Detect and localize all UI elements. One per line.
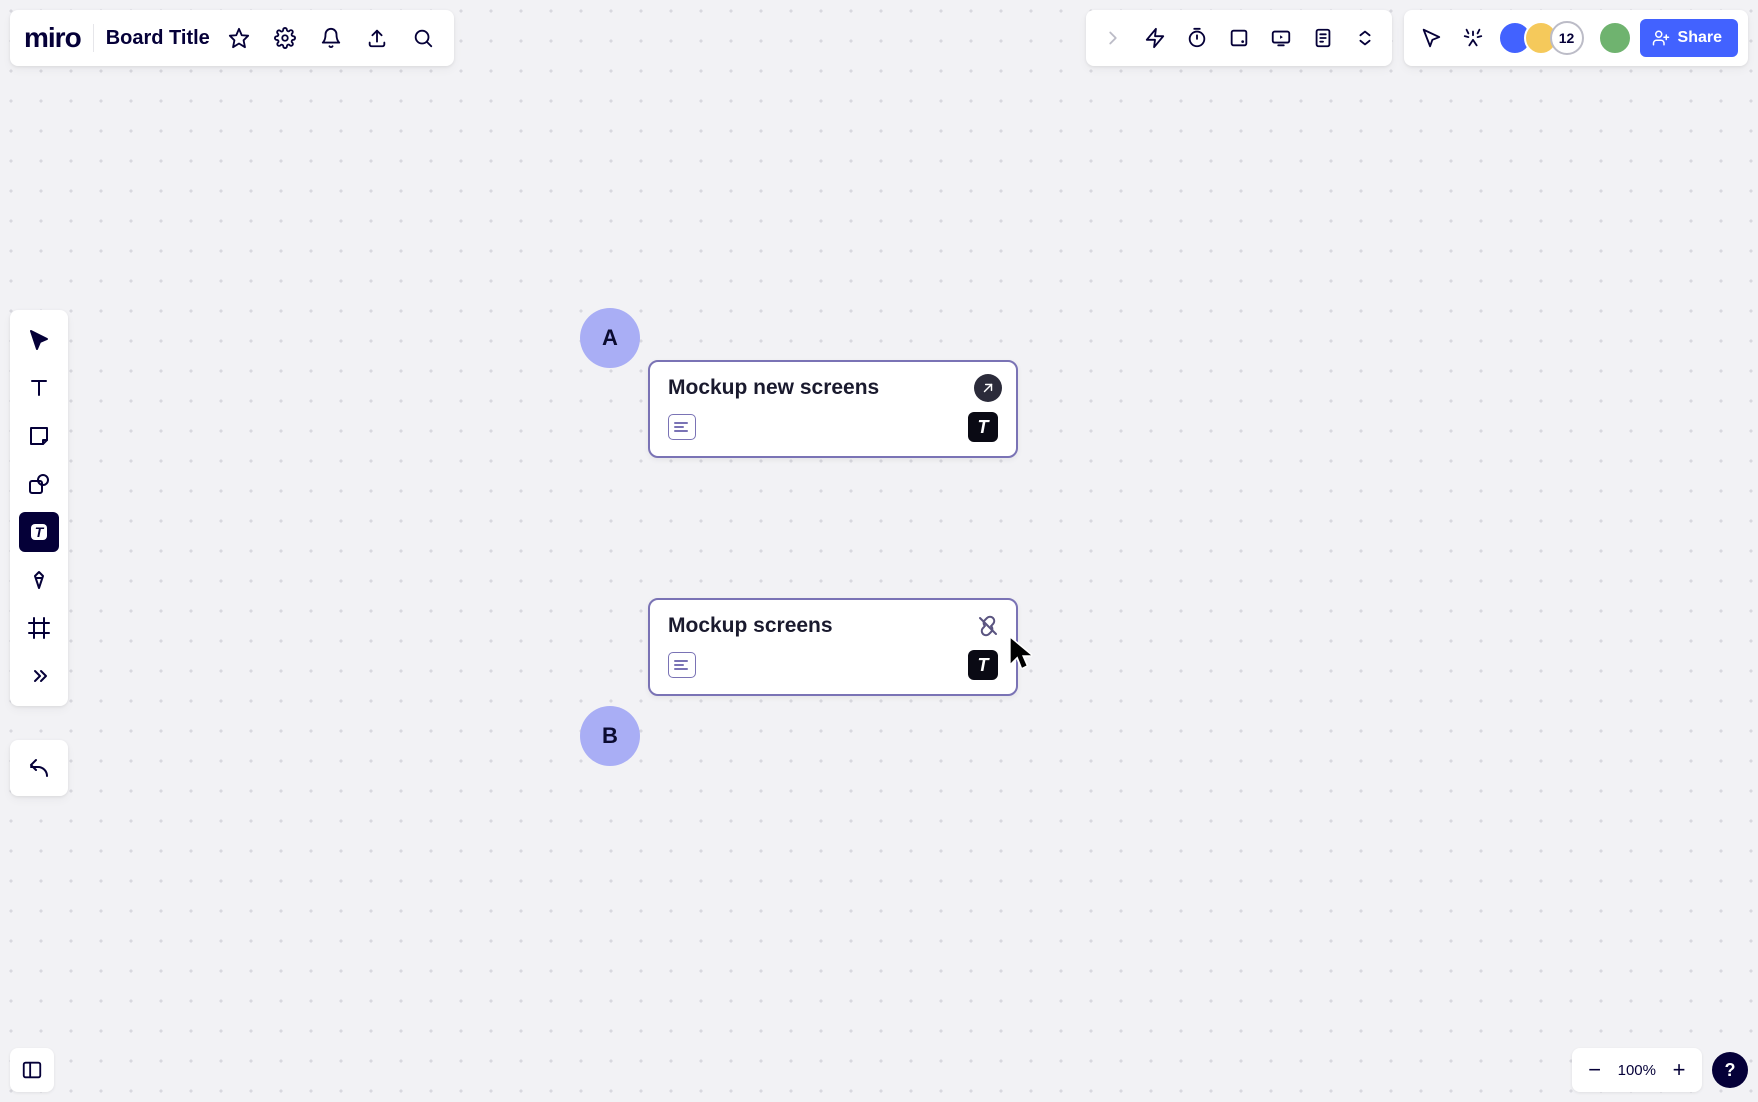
left-toolbar: T bbox=[10, 310, 68, 706]
panel-toggle-button[interactable] bbox=[10, 1048, 54, 1092]
bolt-icon[interactable] bbox=[1138, 21, 1172, 55]
collab-bar: 12 Share bbox=[1404, 10, 1748, 66]
more-tools[interactable] bbox=[19, 656, 59, 696]
annotation-badge-b: B bbox=[580, 706, 640, 766]
avatar-self[interactable] bbox=[1598, 21, 1632, 55]
avatar-overflow-count[interactable]: 12 bbox=[1550, 21, 1584, 55]
undo-button[interactable] bbox=[19, 748, 59, 788]
notifications-icon[interactable] bbox=[314, 21, 348, 55]
topbar-right: 12 Share bbox=[1086, 10, 1748, 66]
card-title: Mockup new screens bbox=[668, 376, 998, 400]
reactions-icon[interactable] bbox=[1456, 21, 1490, 55]
card-title: Mockup screens bbox=[668, 614, 998, 638]
board-title[interactable]: Board Title bbox=[106, 27, 210, 50]
expand-icon[interactable] bbox=[974, 374, 1002, 402]
annotation-badge-a: A bbox=[580, 308, 640, 368]
document-icon[interactable] bbox=[1306, 21, 1340, 55]
search-icon[interactable] bbox=[406, 21, 440, 55]
zoom-bar: − 100% + bbox=[1572, 1048, 1702, 1092]
chevron-right-icon[interactable] bbox=[1096, 21, 1130, 55]
export-icon[interactable] bbox=[360, 21, 394, 55]
task-card[interactable]: Mockup screens T bbox=[648, 598, 1018, 696]
app-badge-icon: T bbox=[968, 650, 998, 680]
timer-icon[interactable] bbox=[1180, 21, 1214, 55]
bottom-right-cluster: − 100% + ? bbox=[1572, 1048, 1748, 1092]
present-icon[interactable] bbox=[1264, 21, 1298, 55]
svg-text:T: T bbox=[35, 524, 45, 540]
divider bbox=[93, 24, 94, 52]
app-tool[interactable]: T bbox=[19, 512, 59, 552]
share-button[interactable]: Share bbox=[1640, 19, 1738, 57]
zoom-level[interactable]: 100% bbox=[1618, 1062, 1656, 1079]
zoom-out-button[interactable]: − bbox=[1582, 1057, 1608, 1083]
select-tool[interactable] bbox=[19, 320, 59, 360]
share-label: Share bbox=[1678, 29, 1722, 47]
description-icon[interactable] bbox=[668, 414, 696, 440]
topbar-left: miro Board Title bbox=[10, 10, 454, 66]
shape-tool[interactable] bbox=[19, 464, 59, 504]
canvas[interactable] bbox=[0, 0, 1758, 1102]
avatar-stack[interactable]: 12 bbox=[1498, 21, 1584, 55]
app-badge-icon: T bbox=[968, 412, 998, 442]
star-icon[interactable] bbox=[222, 21, 256, 55]
task-card[interactable]: Mockup new screens T bbox=[648, 360, 1018, 458]
apps-bar bbox=[1086, 10, 1392, 66]
cursor-tool-icon[interactable] bbox=[1414, 21, 1448, 55]
description-icon[interactable] bbox=[668, 652, 696, 678]
more-apps-icon[interactable] bbox=[1348, 21, 1382, 55]
text-tool[interactable] bbox=[19, 368, 59, 408]
cursor-icon bbox=[1008, 636, 1036, 670]
settings-icon[interactable] bbox=[268, 21, 302, 55]
pen-tool[interactable] bbox=[19, 560, 59, 600]
app-logo[interactable]: miro bbox=[24, 22, 81, 54]
undo-bar bbox=[10, 740, 68, 796]
unlink-icon[interactable] bbox=[974, 612, 1002, 640]
note-icon[interactable] bbox=[1222, 21, 1256, 55]
zoom-in-button[interactable]: + bbox=[1666, 1057, 1692, 1083]
help-button[interactable]: ? bbox=[1712, 1052, 1748, 1088]
frame-tool[interactable] bbox=[19, 608, 59, 648]
sticky-tool[interactable] bbox=[19, 416, 59, 456]
